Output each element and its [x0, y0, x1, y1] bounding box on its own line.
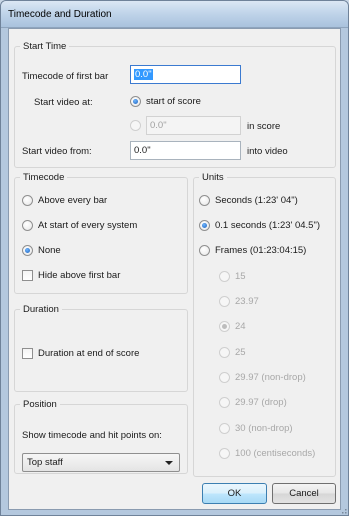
- offset-in-score-value: 0.0": [150, 120, 167, 131]
- offset-in-score-radio[interactable]: [130, 120, 141, 131]
- units-group-label: Units: [199, 172, 227, 183]
- in-score-label: in score: [247, 121, 281, 132]
- radio-indicator: [219, 448, 230, 459]
- position-staff-select[interactable]: Top staff: [22, 453, 180, 472]
- show-timecode-on-label: Show timecode and hit points on:: [22, 430, 162, 441]
- window-title: Timecode and Duration: [8, 9, 112, 20]
- frame-rate-30-nondrop-radio[interactable]: 30 (non-drop): [219, 423, 293, 434]
- radio-indicator: [219, 347, 230, 358]
- position-group-label: Position: [20, 399, 60, 410]
- frame-rate-15-radio[interactable]: 15: [219, 271, 246, 282]
- into-video-label: into video: [247, 146, 288, 157]
- start-time-group-label: Start Time: [20, 41, 70, 52]
- frame-rate-24-label: 24: [235, 321, 246, 332]
- start-video-from-label: Start video from:: [22, 146, 92, 157]
- cancel-button[interactable]: Cancel: [272, 483, 336, 504]
- radio-indicator: [199, 245, 210, 256]
- above-every-bar-label: Above every bar: [38, 195, 108, 206]
- frame-rate-25-radio[interactable]: 25: [219, 347, 246, 358]
- radio-indicator: [22, 195, 33, 206]
- frame-rate-25-label: 25: [235, 347, 246, 358]
- radio-indicator: [219, 271, 230, 282]
- radio-indicator: [219, 423, 230, 434]
- units-tenth-seconds-radio[interactable]: 0.1 seconds (1:23' 04.5"): [199, 220, 320, 231]
- dialog-client-area: Start Time Timecode of first bar 0.0" St…: [8, 28, 341, 510]
- hide-above-first-bar-label: Hide above first bar: [38, 270, 121, 281]
- start-video-from-input[interactable]: 0.0": [130, 141, 241, 160]
- units-tenth-seconds-label: 0.1 seconds (1:23' 04.5"): [215, 220, 321, 231]
- title-bar[interactable]: Timecode and Duration: [1, 1, 348, 28]
- timecode-first-bar-label: Timecode of first bar: [22, 71, 109, 82]
- frame-rate-2397-radio[interactable]: 23.97: [219, 296, 259, 307]
- radio-indicator: [22, 220, 33, 231]
- radio-indicator: [22, 245, 33, 256]
- units-seconds-label: Seconds (1:23' 04"): [215, 195, 298, 206]
- timecode-first-bar-value: 0.0": [134, 69, 153, 80]
- start-every-system-radio[interactable]: At start of every system: [22, 220, 137, 231]
- frame-rate-15-label: 15: [235, 271, 246, 282]
- start-video-at-label: Start video at:: [34, 97, 93, 108]
- dialog-window: Timecode and Duration Start Time Timecod…: [0, 0, 349, 516]
- units-frames-radio[interactable]: Frames (01:23:04:15): [199, 245, 306, 256]
- start-every-system-label: At start of every system: [38, 220, 138, 231]
- frame-rate-100-label: 100 (centiseconds): [235, 448, 316, 459]
- timecode-none-radio[interactable]: None: [22, 245, 61, 256]
- chevron-down-icon: [165, 461, 173, 465]
- checkbox-indicator: [22, 270, 33, 281]
- frame-rate-2997-nondrop-label: 29.97 (non-drop): [235, 372, 306, 383]
- units-seconds-radio[interactable]: Seconds (1:23' 04"): [199, 195, 298, 206]
- radio-indicator: [199, 220, 210, 231]
- timecode-group-label: Timecode: [20, 172, 68, 183]
- radio-indicator: [199, 195, 210, 206]
- duration-group-label: Duration: [20, 304, 62, 315]
- start-video-from-value: 0.0": [134, 145, 151, 156]
- radio-indicator: [219, 296, 230, 307]
- duration-end-of-score-checkbox[interactable]: Duration at end of score: [22, 348, 139, 359]
- duration-end-of-score-label: Duration at end of score: [38, 348, 140, 359]
- radio-indicator: [219, 321, 230, 332]
- offset-in-score-input[interactable]: 0.0": [146, 116, 241, 135]
- radio-indicator: [130, 96, 141, 107]
- checkbox-indicator: [22, 348, 33, 359]
- radio-indicator: [130, 120, 141, 131]
- start-of-score-label: start of score: [146, 96, 201, 107]
- position-staff-value: Top staff: [27, 457, 63, 468]
- frame-rate-2997-nondrop-radio[interactable]: 29.97 (non-drop): [219, 372, 306, 383]
- timecode-none-label: None: [38, 245, 61, 256]
- frame-rate-100-radio[interactable]: 100 (centiseconds): [219, 448, 315, 459]
- radio-indicator: [219, 372, 230, 383]
- frame-rate-2397-label: 23.97: [235, 296, 259, 307]
- frame-rate-30-nondrop-label: 30 (non-drop): [235, 423, 293, 434]
- hide-above-first-bar-checkbox[interactable]: Hide above first bar: [22, 270, 120, 281]
- units-frames-label: Frames (01:23:04:15): [215, 245, 307, 256]
- timecode-first-bar-input[interactable]: 0.0": [130, 65, 241, 84]
- radio-indicator: [219, 397, 230, 408]
- frame-rate-24-radio[interactable]: 24: [219, 321, 246, 332]
- resize-grip-icon[interactable]: [339, 506, 347, 514]
- ok-button[interactable]: OK: [202, 483, 267, 504]
- start-of-score-radio[interactable]: start of score: [130, 96, 201, 107]
- frame-rate-2997-drop-radio[interactable]: 29.97 (drop): [219, 397, 287, 408]
- frame-rate-2997-drop-label: 29.97 (drop): [235, 397, 287, 408]
- above-every-bar-radio[interactable]: Above every bar: [22, 195, 107, 206]
